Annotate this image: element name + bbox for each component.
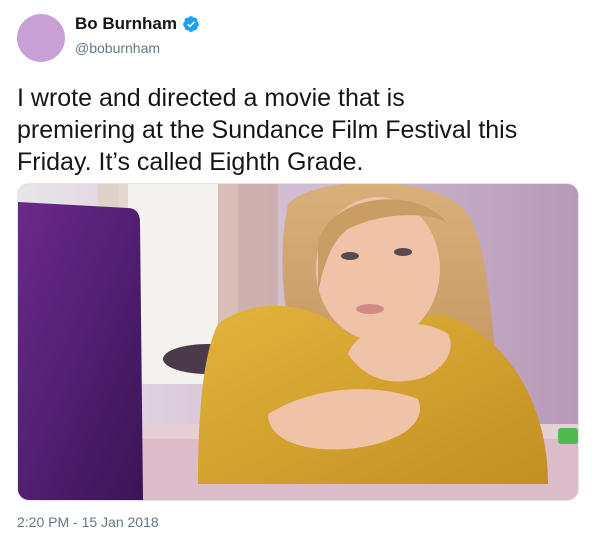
- tweet-text-line: premiering at the Sundance Film Festival…: [17, 116, 518, 144]
- handle[interactable]: @boburnham: [75, 40, 160, 56]
- display-name-row[interactable]: Bo Burnham: [75, 14, 200, 34]
- display-name[interactable]: Bo Burnham: [75, 14, 177, 34]
- photo-illustration: [18, 184, 578, 500]
- timestamp[interactable]: 2:20 PM - 15 Jan 2018: [17, 514, 159, 530]
- tweet-text-line: Friday. It’s called Eighth Grade.: [17, 148, 364, 176]
- verified-badge-icon: [182, 15, 200, 33]
- tweet-text-line: I wrote and directed a movie that is: [17, 84, 405, 112]
- avatar[interactable]: [17, 14, 65, 62]
- tweet-text: I wrote and directed a movie that is pre…: [17, 82, 587, 178]
- tweet-media-photo[interactable]: [17, 183, 579, 501]
